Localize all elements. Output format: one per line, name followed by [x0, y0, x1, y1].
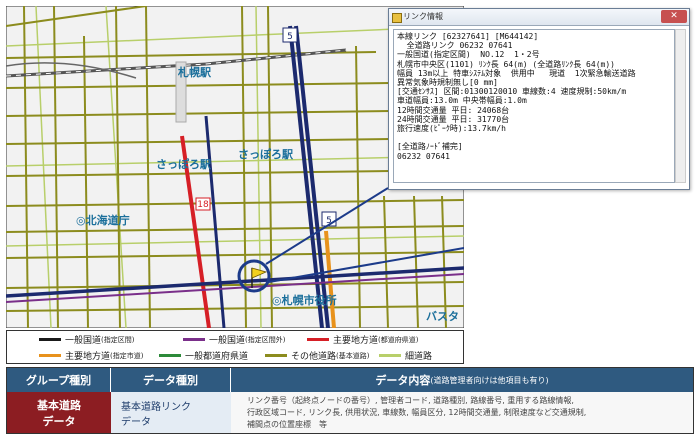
station-label-hira2: さっぽろ駅: [238, 147, 293, 161]
link-info-line: 異常気象時規制無し[0 mm]: [397, 78, 498, 88]
route5-top-label: 5: [287, 32, 293, 42]
link-info-line: 06232 07641: [397, 151, 450, 161]
link-info-titlebar[interactable]: リンク情報 ✕: [389, 9, 689, 26]
link-info-line: 札幌市中央区(1101) ﾘﾝｸ長 64(m) (全道路ﾘﾝｸ長 64(m)): [397, 59, 615, 69]
link-info-line: 旅行速度(ﾋﾟｰｸ時):13.7km/h: [397, 124, 506, 134]
legend-item: 一般都道府県道: [159, 348, 248, 363]
header-group-type: グループ種別: [7, 368, 111, 392]
link-info-line: 24時間交通量 平日: 31770台: [397, 114, 510, 124]
link-info-line: [全道路ﾉｰﾄﾞ補完]: [397, 142, 463, 152]
station-label-kanji: 札幌駅: [177, 65, 211, 79]
city-hall-label: ◎札幌市役所: [272, 293, 337, 307]
bus-terminal-label: バスタ: [426, 310, 459, 323]
cell-group-type: 基本道路 データ: [7, 392, 111, 433]
map-legend: 一般国道 (指定区間) 一般国道 (指定区間外) 主要地方道 (都道府県道) 主要地方道(…: [6, 330, 464, 364]
legend-item: 主要地方道 (都道府県道): [307, 332, 418, 347]
link-info-text: 本線リンク [62327641] [M644142] 全道路リンク 06232 …: [393, 29, 675, 183]
legend-item: 一般国道 (指定区間): [39, 332, 134, 347]
link-info-line: 車道幅員:13.0m 中央帯幅員:1.0m: [397, 96, 527, 106]
legend-item: 主要地方道 (指定市道): [39, 348, 143, 363]
legend-item: 細道路: [379, 348, 432, 363]
legend-label: 主要地方道: [65, 352, 111, 362]
legend-sublabel: (指定市道): [110, 351, 144, 360]
route18-shield: 18: [195, 197, 211, 211]
legend-swatch: [307, 338, 329, 341]
legend-label: 主要地方道: [333, 336, 379, 346]
close-button[interactable]: ✕: [661, 10, 687, 23]
legend-row-2: 主要地方道 (指定市道) 一般都道府県道 その他道路 (基本道路) 細道路: [7, 348, 463, 363]
link-info-scrollbar[interactable]: [675, 29, 686, 183]
data-spec-table: グループ種別 データ種別 データ内容 (道路管理者向けは他項目も有り) 基本道路…: [6, 367, 694, 434]
legend-sublabel: (指定区間): [101, 335, 135, 344]
link-info-line: 幅員 13m以上 特車ｼｽﾃﾑ対象 供用中 現道 1次緊急輸送道路: [397, 68, 636, 78]
header-data-type: データ種別: [111, 368, 231, 392]
header-data-content: データ内容 (道路管理者向けは他項目も有り): [231, 368, 693, 392]
link-info-window[interactable]: リンク情報 ✕ 本線リンク [62327641] [M644142] 全道路リン…: [388, 8, 690, 190]
route18-label: 18: [197, 200, 209, 210]
link-info-line: 12時間交通量 平日: 24068台: [397, 105, 510, 115]
hokkaido-govt-label: ◎北海道庁: [76, 213, 130, 227]
route5-shield-top: 5: [282, 27, 298, 43]
legend-sublabel: (指定区間外): [245, 335, 286, 344]
legend-swatch: [159, 354, 181, 357]
legend-label: その他道路: [291, 352, 337, 362]
window-app-icon: [392, 13, 402, 23]
link-info-line: 一般国道(指定区間) NO.12 1・2号: [397, 50, 540, 60]
link-info-line: 本線リンク [62327641] [M644142]: [397, 32, 539, 41]
legend-item: 一般国道 (指定区間外): [183, 332, 285, 347]
legend-row-1: 一般国道 (指定区間) 一般国道 (指定区間外) 主要地方道 (都道府県道): [7, 332, 463, 347]
legend-label: 細道路: [405, 352, 433, 362]
cell-data-content: リンク番号（起終点ノードの番号）, 管理者コード, 道路種別, 路線番号, 重用…: [231, 392, 693, 433]
legend-swatch: [39, 338, 61, 341]
legend-swatch: [265, 354, 287, 357]
cell-data-type: 基本道路リンク データ: [111, 392, 231, 433]
legend-swatch: [183, 338, 205, 341]
header-content-note: (道路管理者向けは他項目も有り): [430, 375, 549, 385]
legend-label: 一般都道府県道: [185, 352, 249, 362]
legend-sublabel: (基本道路): [336, 351, 370, 360]
legend-swatch: [39, 354, 61, 357]
legend-label: 一般国道: [65, 336, 102, 346]
header-content-label: データ内容: [375, 374, 431, 387]
station-label-hira1: さっぽろ駅: [156, 157, 211, 171]
legend-sublabel: (都道府県道): [378, 335, 419, 344]
legend-item: その他道路 (基本道路): [265, 348, 369, 363]
legend-swatch: [379, 354, 401, 357]
legend-label: 一般国道: [209, 336, 246, 346]
link-info-title: リンク情報: [403, 12, 443, 21]
